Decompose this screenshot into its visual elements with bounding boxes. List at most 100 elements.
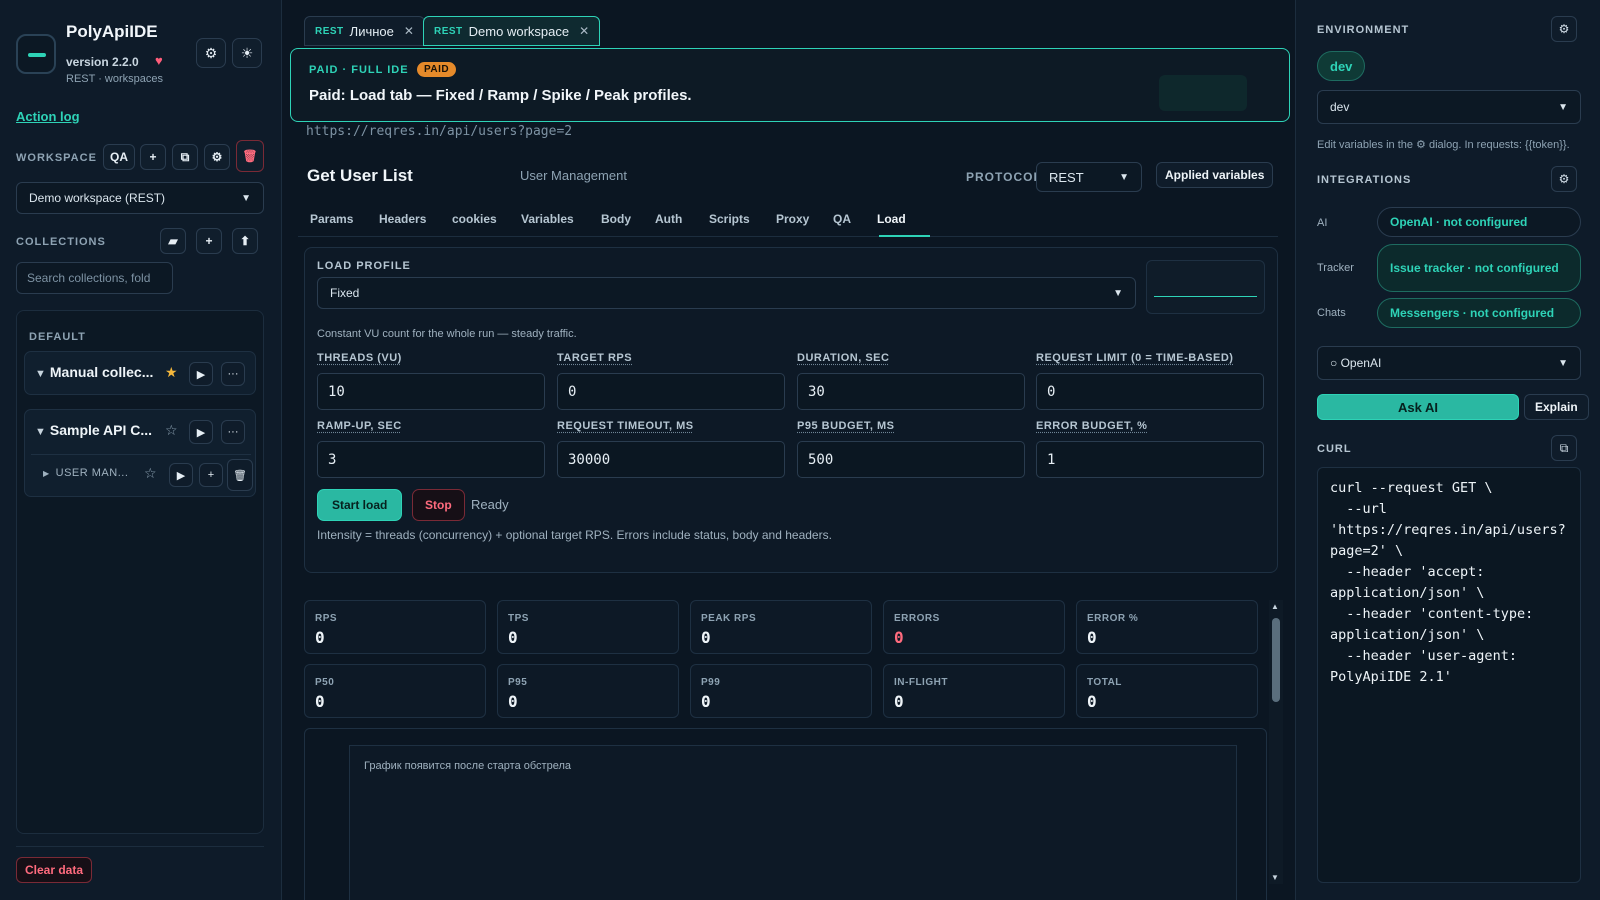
tab-auth[interactable]: Auth — [655, 212, 682, 226]
app-subtitle: REST · workspaces — [66, 73, 163, 85]
chevron-down-icon: ▼ — [1558, 357, 1568, 369]
delete-workspace-button[interactable]: 🗑 — [236, 140, 264, 172]
run-collection-button[interactable]: ▶ — [189, 420, 213, 444]
ask-ai-button[interactable]: Ask AI — [1317, 394, 1519, 420]
send-button[interactable] — [1159, 75, 1247, 111]
more-icon: ··· — [227, 368, 239, 380]
environment-settings-button[interactable]: ⚙ — [1551, 16, 1577, 42]
tab-variables[interactable]: Variables — [521, 212, 574, 226]
stats-area: RPS 0 TPS 0 PEAK RPS 0 ERRORS 0 ERROR % 0 P50… — [304, 600, 1267, 900]
theme-toggle-button[interactable]: ☀ — [232, 38, 262, 68]
collection-menu-button[interactable]: ··· — [221, 362, 245, 386]
load-chart-container: График появится после старта обстрела — [304, 728, 1267, 900]
plus-icon: + — [149, 150, 157, 164]
active-tab-indicator — [879, 235, 930, 237]
url-input[interactable]: https://reqres.in/api/users?page=2 — [306, 124, 572, 139]
error-budget-input[interactable]: 1 — [1036, 441, 1264, 478]
new-folder-button[interactable]: ▰ — [160, 228, 186, 254]
scrollbar-thumb[interactable] — [1272, 618, 1280, 702]
copy-curl-button[interactable]: ⧉ — [1551, 435, 1577, 461]
integration-chats-button[interactable]: Messengers · not configured — [1377, 298, 1581, 328]
close-icon[interactable]: ✕ — [404, 24, 414, 38]
scroll-down-icon[interactable]: ▼ — [1271, 873, 1279, 882]
tab-params[interactable]: Params — [310, 212, 353, 226]
workspace-qa-button[interactable]: QA — [103, 144, 135, 170]
request-title[interactable]: Get User List — [307, 166, 413, 186]
curl-code[interactable]: curl --request GET \ --url 'https://reqr… — [1317, 467, 1581, 883]
collection-item[interactable]: ▼ Sample API C... ☆ ▶ ··· ▶ USER MAN... ☆ … — [24, 409, 256, 497]
start-load-button[interactable]: Start load — [317, 489, 403, 521]
request-timeout-input[interactable]: 30000 — [557, 441, 785, 478]
gear-icon: ⚙ — [211, 150, 223, 164]
protocol-select[interactable]: REST ▼ — [1036, 162, 1142, 192]
integrations-settings-button[interactable]: ⚙ — [1551, 166, 1577, 192]
environment-select[interactable]: dev ▼ — [1317, 90, 1581, 124]
load-profile-select[interactable]: Fixed ▼ — [317, 277, 1136, 309]
star-outline-icon[interactable]: ☆ — [144, 465, 157, 482]
run-folder-button[interactable]: ▶ — [169, 463, 193, 487]
duplicate-workspace-button[interactable]: ⧉ — [172, 144, 198, 170]
gear-icon: ⚙ — [1558, 172, 1570, 186]
ai-provider-select[interactable]: ○ OpenAI ▼ — [1317, 346, 1581, 380]
stats-scrollbar[interactable]: ▲ ▼ — [1269, 600, 1283, 884]
main-area: REST Личное ✕ REST Demo workspace ✕ PAID… — [282, 0, 1295, 900]
copy-icon: ⧉ — [1559, 440, 1569, 455]
paid-banner: PAID · FULL IDE PAID Paid: Load tab — Fi… — [290, 48, 1290, 122]
tab-scripts[interactable]: Scripts — [709, 212, 750, 226]
collection-name: Sample API C... — [49, 422, 153, 438]
request-folder: User Management — [520, 168, 627, 183]
workspace-select[interactable]: Demo workspace (REST) ▼ — [16, 182, 264, 214]
collection-menu-button[interactable]: ··· — [221, 420, 245, 444]
integration-tracker-button[interactable]: Issue tracker · not configured — [1377, 244, 1581, 292]
stat-total: TOTAL 0 — [1076, 664, 1258, 718]
ramp-up-input[interactable]: 3 — [317, 441, 545, 478]
applied-variables-button[interactable]: Applied variables — [1156, 162, 1274, 188]
add-workspace-button[interactable]: + — [140, 144, 166, 170]
tab-proxy[interactable]: Proxy — [776, 212, 809, 226]
request-limit-label: REQUEST LIMIT (0 = TIME-BASED) — [1036, 352, 1234, 364]
collections-search-input[interactable]: Search collections, fold — [16, 262, 173, 294]
import-collection-button[interactable]: ⬆ — [232, 228, 258, 254]
tab-load[interactable]: Load — [877, 212, 906, 226]
stop-load-button[interactable]: Stop — [412, 489, 465, 521]
explain-button[interactable]: Explain — [1524, 394, 1589, 420]
heart-icon[interactable]: ♥ — [155, 53, 163, 68]
add-request-button[interactable]: + — [199, 463, 223, 487]
run-collection-button[interactable]: ▶ — [189, 362, 213, 386]
integration-ai-label: AI — [1317, 217, 1328, 229]
action-log-link[interactable]: Action log — [16, 109, 80, 124]
stat-peak-rps: PEAK RPS 0 — [690, 600, 872, 654]
environment-chip[interactable]: dev — [1317, 51, 1366, 81]
request-limit-input[interactable]: 0 — [1036, 373, 1264, 410]
duration-input[interactable]: 30 — [797, 373, 1025, 410]
delete-folder-button[interactable]: 🗑 — [227, 459, 253, 491]
load-chart: График появится после старта обстрела — [349, 745, 1237, 900]
tab-qa[interactable]: QA — [833, 212, 851, 226]
star-filled-icon[interactable]: ★ — [165, 364, 178, 381]
integration-ai-button[interactable]: OpenAI · not configured — [1377, 207, 1581, 237]
target-rps-input[interactable]: 0 — [557, 373, 785, 410]
stat-rps: RPS 0 — [304, 600, 486, 654]
folder-icon: ▰ — [168, 234, 178, 248]
settings-button[interactable]: ⚙ — [196, 38, 226, 68]
app-title: PolyApiIDE — [66, 22, 158, 41]
threads-input[interactable]: 10 — [317, 373, 545, 410]
clear-data-button[interactable]: Clear data — [16, 857, 93, 883]
tab-headers[interactable]: Headers — [379, 212, 426, 226]
chevron-down-icon: ▼ — [1558, 101, 1568, 113]
collection-item[interactable]: ▼ Manual collec... ★ ▶ ··· — [24, 351, 256, 395]
load-profile-description: Constant VU count for the whole run — st… — [317, 328, 577, 340]
add-collection-button[interactable]: + — [196, 228, 222, 254]
close-icon[interactable]: ✕ — [579, 24, 589, 38]
star-outline-icon[interactable]: ☆ — [165, 422, 178, 439]
tab-body[interactable]: Body — [601, 212, 631, 226]
p95-budget-input[interactable]: 500 — [797, 441, 1025, 478]
subfolder-row[interactable]: ▶ USER MAN... ☆ ▶ + 🗑 — [31, 454, 253, 491]
scroll-up-icon[interactable]: ▲ — [1271, 602, 1279, 611]
tab-demo-workspace[interactable]: REST Demo workspace ✕ — [423, 16, 601, 46]
more-icon: ··· — [227, 426, 239, 438]
curl-label: CURL — [1317, 443, 1352, 455]
tab-personal[interactable]: REST Личное ✕ — [304, 16, 425, 46]
tab-cookies[interactable]: cookies — [452, 212, 497, 226]
workspace-settings-button[interactable]: ⚙ — [204, 144, 230, 170]
